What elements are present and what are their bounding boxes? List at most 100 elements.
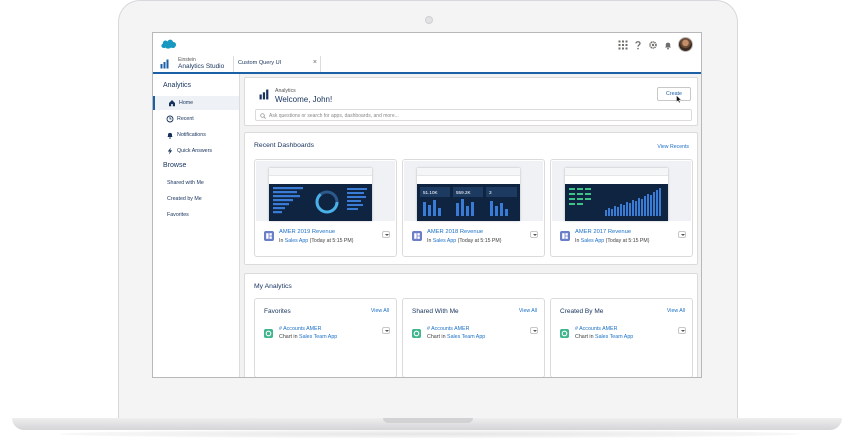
search-icon (260, 112, 266, 119)
app-screen: Einstein Analytics Studio Custom Query U… (152, 32, 702, 378)
dashboard-icon (412, 231, 422, 241)
card-title: Favorites (264, 308, 291, 315)
analytics-icon (259, 89, 269, 100)
dashboard-icon (264, 231, 274, 241)
section-title: Recent Dashboards (254, 142, 315, 149)
dashboard-preview-graphic (273, 187, 367, 214)
close-icon[interactable]: × (313, 59, 317, 66)
help-icon[interactable] (633, 40, 643, 50)
asset-menu-button[interactable] (678, 327, 686, 334)
asset-menu-button[interactable] (530, 327, 538, 334)
view-all-link[interactable]: View All (667, 308, 685, 314)
dashboard-thumbnail: 51.10K 559.2K 3 (404, 161, 543, 221)
dashboard-thumbnail (256, 161, 395, 221)
home-icon (169, 100, 175, 107)
favorites-card: Favorites View All # Accounts AMER Chart… (254, 298, 397, 377)
dashboard-icon (560, 231, 570, 241)
dashboard-menu-button[interactable] (530, 231, 538, 238)
dashboard-preview-graphic (569, 188, 661, 216)
sidebar-item-shared-with-me[interactable]: Shared with Me (153, 176, 239, 190)
search-input[interactable]: Ask questions or search for apps, dashbo… (255, 109, 692, 121)
global-header (153, 33, 701, 57)
sidebar-item-quick-answers[interactable]: Quick Answers (153, 144, 239, 158)
sidebar-item-favorites[interactable]: Favorites (153, 208, 239, 222)
created-by-me-card: Created By Me View All # Accounts AMER C… (550, 298, 693, 377)
sidebar: Analytics Home Recent Notifications Quic… (153, 74, 240, 377)
dashboard-card[interactable]: AMER 2019 Revenue In Sales App (Today at… (254, 159, 397, 257)
sidebar-heading-browse: Browse (163, 162, 187, 169)
dashboard-title[interactable]: AMER 2019 Revenue (279, 229, 335, 235)
shared-with-me-card: Shared With Me View All # Accounts AMER … (402, 298, 545, 377)
app-link[interactable]: Sales Team App (299, 334, 337, 340)
sidebar-item-label: Recent (177, 116, 194, 122)
view-all-link[interactable]: View All (371, 308, 389, 314)
create-button[interactable]: Create (657, 87, 691, 101)
app-link[interactable]: Sales App (285, 238, 308, 244)
analytics-studio-logo-icon[interactable] (160, 59, 170, 69)
asset-meta: Chart in Sales Team App (575, 334, 634, 340)
sidebar-item-label: Notifications (177, 132, 206, 138)
kpi-value: 3 (489, 190, 492, 195)
bell-icon (167, 132, 173, 139)
chart-icon (560, 329, 569, 338)
asset-menu-button[interactable] (382, 327, 390, 334)
dashboard-meta: In Sales App (Today at 5:15 PM) (279, 238, 354, 244)
sidebar-heading-analytics: Analytics (163, 82, 192, 89)
section-title: My Analytics (254, 283, 292, 290)
tab-custom-query-ui[interactable]: Custom Query UI × (233, 56, 321, 72)
tab-label: Custom Query UI (238, 60, 282, 66)
card-title: Created By Me (560, 308, 604, 315)
search-placeholder: Ask questions or search for apps, dashbo… (269, 112, 399, 119)
sidebar-item-home[interactable]: Home (153, 96, 239, 110)
mouse-cursor-icon (676, 95, 682, 103)
sidebar-item-recent[interactable]: Recent (153, 112, 239, 126)
asset-meta: Chart in Sales Team App (427, 334, 486, 340)
laptop-camera (425, 16, 433, 24)
app-link[interactable]: Sales App (433, 238, 456, 244)
dashboard-preview-graphic: 51.10K 559.2K 3 (420, 187, 517, 216)
sidebar-item-label: Shared with Me (167, 180, 204, 186)
app-launcher-icon[interactable] (618, 40, 628, 50)
sidebar-item-created-by-me[interactable]: Created by Me (153, 192, 239, 206)
laptop-notch (383, 418, 473, 423)
dashboard-meta: In Sales App (Today at 5:15 PM) (427, 238, 502, 244)
kpi-value: 51.10K (423, 190, 438, 195)
app-tab-bar: Einstein Analytics Studio Custom Query U… (153, 56, 701, 74)
chart-icon (264, 329, 273, 338)
salesforce-logo-icon[interactable] (160, 38, 177, 49)
welcome-card: Analytics Welcome, John! Create Ask ques… (244, 77, 698, 126)
chart-icon (412, 329, 421, 338)
view-all-link[interactable]: View All (519, 308, 537, 314)
welcome-title: Welcome, John! (275, 95, 333, 104)
dashboard-menu-button[interactable] (382, 231, 390, 238)
sidebar-item-label: Home (179, 100, 194, 106)
laptop-shadow (60, 430, 800, 438)
app-link[interactable]: Sales Team App (447, 334, 485, 340)
dashboard-title[interactable]: AMER 2018 Revenue (427, 229, 483, 235)
dashboard-title[interactable]: AMER 2017 Revenue (575, 229, 631, 235)
asset-link[interactable]: # Accounts AMER (279, 326, 321, 332)
dashboard-card[interactable]: 51.10K 559.2K 3 AMER 2018 Revenue In Sal… (402, 159, 545, 257)
bell-icon[interactable] (663, 40, 673, 50)
asset-link[interactable]: # Accounts AMER (427, 326, 469, 332)
clock-icon (166, 115, 174, 123)
app-link[interactable]: Sales App (581, 238, 604, 244)
view-recents-link[interactable]: View Recents (657, 144, 689, 150)
user-avatar[interactable] (678, 37, 693, 52)
app-title[interactable]: Analytics Studio (178, 63, 224, 70)
sidebar-item-notifications[interactable]: Notifications (153, 128, 239, 142)
my-analytics-panel: My Analytics Favorites View All # Accoun… (244, 273, 698, 377)
bolt-icon (167, 147, 173, 155)
sidebar-item-label: Favorites (167, 212, 189, 218)
asset-link[interactable]: # Accounts AMER (575, 326, 617, 332)
app-link[interactable]: Sales Team App (595, 334, 633, 340)
asset-meta: Chart in Sales Team App (279, 334, 338, 340)
header-toolbar (618, 37, 693, 52)
dashboard-card[interactable]: AMER 2017 Revenue In Sales App (Today at… (550, 159, 693, 257)
kpi-value: 559.2K (456, 190, 471, 195)
sidebar-item-label: Created by Me (167, 196, 202, 202)
sidebar-item-label: Quick Answers (177, 148, 213, 154)
dashboard-menu-button[interactable] (678, 231, 686, 238)
gear-icon[interactable] (648, 40, 658, 50)
recent-dashboards-panel: Recent Dashboards View Recents AMER 2019… (244, 132, 698, 265)
